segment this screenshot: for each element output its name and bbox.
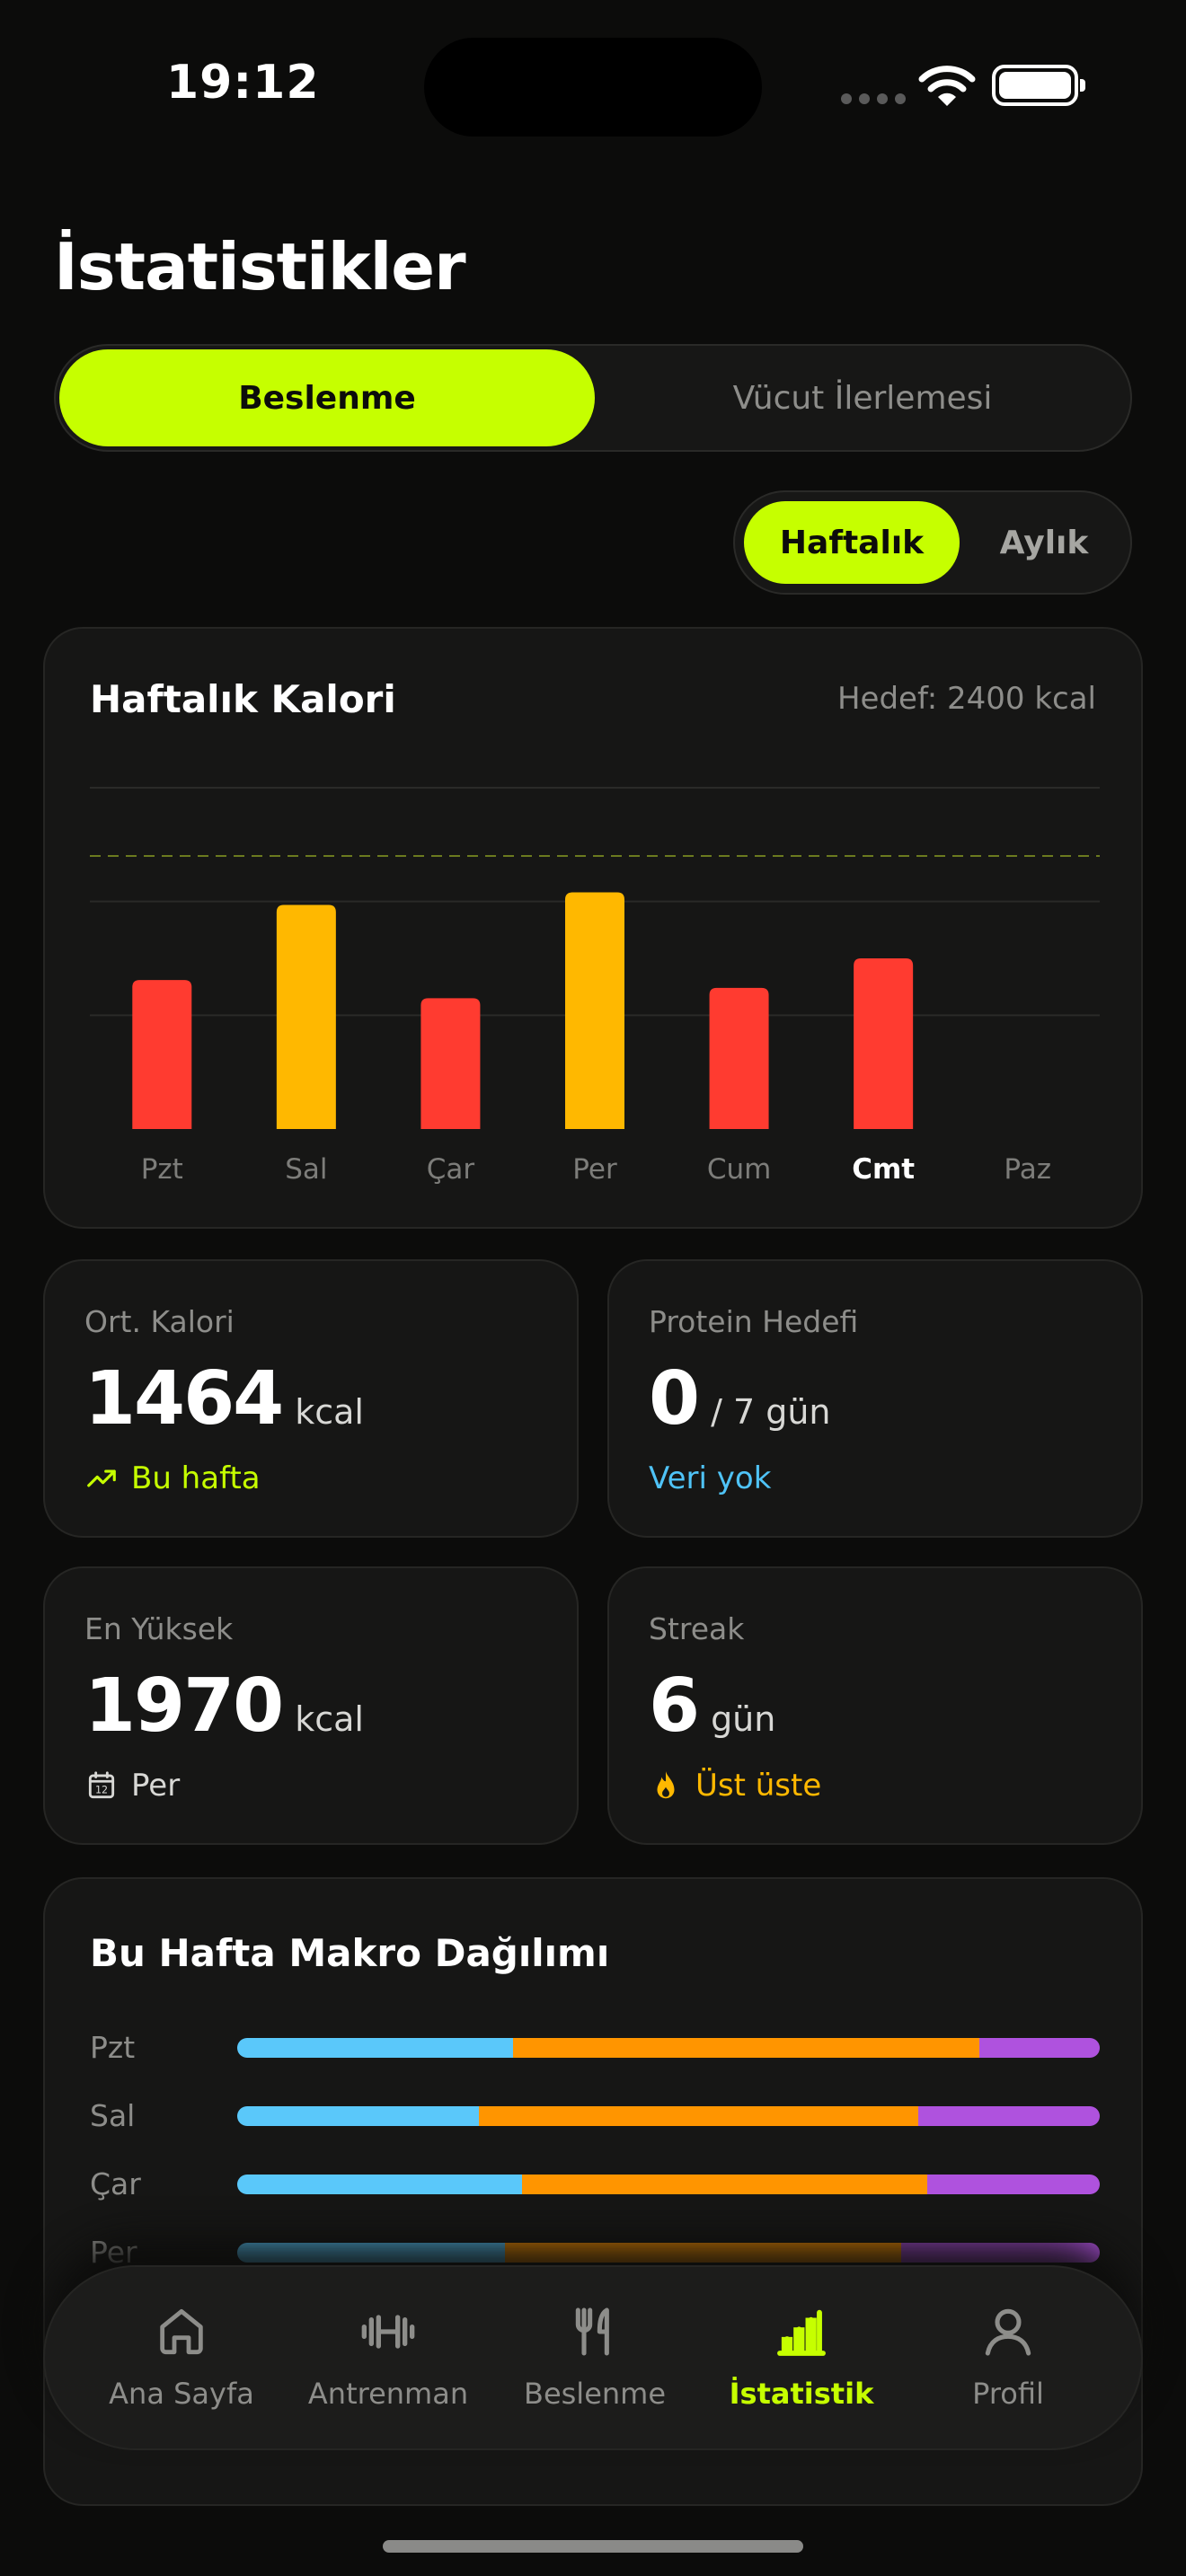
stat-footnote: Bu hafta bbox=[84, 1460, 261, 1496]
protein-segment bbox=[237, 2175, 522, 2194]
fat-segment bbox=[918, 2106, 1100, 2126]
tab-profile[interactable]: Profil bbox=[909, 2303, 1107, 2411]
tab-statistics[interactable]: İstatistik bbox=[703, 2303, 900, 2411]
battery-icon bbox=[992, 65, 1085, 106]
fat-segment bbox=[926, 2175, 1100, 2194]
macro-day-label: Sal bbox=[90, 2098, 136, 2133]
streak-card: Streak 6 gün Üst üste bbox=[607, 1566, 1143, 1845]
carb-segment bbox=[513, 2038, 979, 2058]
macro-title: Bu Hafta Makro Dağılımı bbox=[90, 1931, 610, 1975]
tab-label: Antrenman bbox=[307, 2377, 469, 2411]
stat-value: 0 / 7 gün bbox=[649, 1356, 831, 1442]
tab-label: Ana Sayfa bbox=[109, 2377, 254, 2411]
stat-footnote: Veri yok bbox=[649, 1460, 771, 1496]
flame-icon bbox=[657, 1771, 675, 1799]
period-segmented-control: Haftalık Aylık bbox=[733, 490, 1132, 595]
tab-workout[interactable]: Antrenman bbox=[289, 2303, 487, 2411]
view-segmented-control: Beslenme Vücut İlerlemesi bbox=[54, 344, 1132, 452]
protein-segment bbox=[237, 2243, 505, 2263]
stat-label: Streak bbox=[649, 1611, 745, 1646]
tab-label: İstatistik bbox=[729, 2377, 874, 2411]
bottom-tab-bar: Ana Sayfa Antrenman Beslenme İstatistik … bbox=[43, 2265, 1143, 2450]
avg-calorie-card: Ort. Kalori 1464 kcal Bu hafta bbox=[43, 1259, 579, 1538]
tab-home[interactable]: Ana Sayfa bbox=[83, 2303, 280, 2411]
user-icon bbox=[985, 2308, 1031, 2356]
protein-goal-card: Protein Hedefi 0 / 7 gün Veri yok bbox=[607, 1259, 1143, 1538]
trending-up-icon bbox=[87, 1469, 116, 1487]
macro-row: Sal bbox=[90, 2098, 1100, 2134]
period-monthly[interactable]: Aylık bbox=[963, 501, 1125, 584]
stat-number: 1464 bbox=[84, 1356, 284, 1442]
stat-label: Ort. Kalori bbox=[84, 1304, 235, 1339]
segment-nutrition[interactable]: Beslenme bbox=[59, 349, 595, 446]
calorie-bar-sal[interactable] bbox=[276, 904, 336, 1129]
dynamic-island bbox=[424, 38, 762, 137]
stat-value: 1464 kcal bbox=[84, 1356, 364, 1442]
max-calorie-card: En Yüksek 1970 kcal 12 Per bbox=[43, 1566, 579, 1845]
segment-body-progress[interactable]: Vücut İlerlemesi bbox=[595, 349, 1130, 446]
fat-segment bbox=[901, 2243, 1100, 2263]
tab-label: Beslenme bbox=[523, 2377, 667, 2411]
weekly-calorie-card: Haftalık Kalori Hedef: 2400 kcal Pzt Sal Ç… bbox=[43, 627, 1143, 1229]
x-tick-label: Cum bbox=[707, 1153, 772, 1186]
macro-row: Pzt bbox=[90, 2030, 1100, 2066]
carb-segment bbox=[504, 2243, 902, 2263]
protein-segment bbox=[237, 2106, 479, 2126]
macro-bar bbox=[237, 2243, 1100, 2263]
calendar-icon: 12 bbox=[88, 1771, 115, 1799]
stat-number: 1970 bbox=[84, 1663, 284, 1749]
status-time: 19:12 bbox=[166, 56, 320, 110]
stat-number: 6 bbox=[649, 1663, 700, 1749]
stat-value: 1970 kcal bbox=[84, 1663, 364, 1749]
macro-day-label: Pzt bbox=[90, 2030, 136, 2065]
macro-bar bbox=[237, 2106, 1100, 2126]
carb-segment bbox=[478, 2106, 919, 2126]
svg-text:12: 12 bbox=[95, 1785, 108, 1796]
protein-segment bbox=[237, 2038, 514, 2058]
stat-footnote-text: Per bbox=[131, 1768, 181, 1804]
stat-unit: / 7 gün bbox=[711, 1392, 831, 1432]
home-icon bbox=[160, 2308, 203, 2355]
tab-label: Profil bbox=[972, 2377, 1044, 2411]
fat-segment bbox=[978, 2038, 1100, 2058]
x-tick-label: Sal bbox=[285, 1153, 327, 1186]
x-tick-label: Pzt bbox=[141, 1153, 183, 1186]
calorie-bar-per[interactable] bbox=[565, 892, 624, 1129]
stat-unit: kcal bbox=[295, 1699, 364, 1739]
cellular-signal-icon bbox=[841, 93, 906, 104]
x-tick-label: Paz bbox=[1004, 1153, 1051, 1186]
x-tick-label: Çar bbox=[427, 1153, 475, 1186]
bar-chart-icon bbox=[777, 2309, 826, 2356]
tab-nutrition[interactable]: Beslenme bbox=[496, 2303, 694, 2411]
stat-unit: gün bbox=[711, 1699, 776, 1739]
stat-footnote: Üst üste bbox=[649, 1768, 821, 1804]
macro-bar bbox=[237, 2175, 1100, 2194]
calorie-bar-pzt[interactable] bbox=[132, 980, 192, 1129]
x-tick-label: Cmt bbox=[852, 1153, 915, 1186]
stat-footnote-text: Üst üste bbox=[695, 1768, 822, 1804]
calorie-bar-çar[interactable] bbox=[420, 998, 481, 1129]
x-tick-label: Per bbox=[572, 1153, 617, 1186]
stat-value: 6 gün bbox=[649, 1663, 775, 1749]
macro-day-label: Çar bbox=[90, 2166, 141, 2201]
stat-footnote-text: Veri yok bbox=[649, 1460, 772, 1496]
weekly-calorie-chart: Pzt Sal Çar Per Cum Cmt Paz bbox=[90, 787, 1100, 1186]
macro-row: Çar bbox=[90, 2166, 1100, 2202]
stat-footnote: 12 Per bbox=[84, 1768, 180, 1804]
stat-number: 0 bbox=[649, 1356, 700, 1442]
stat-unit: kcal bbox=[295, 1392, 364, 1432]
dumbbell-icon bbox=[361, 2315, 415, 2349]
home-indicator bbox=[383, 2540, 803, 2553]
carb-segment bbox=[521, 2175, 927, 2194]
macro-bar bbox=[237, 2038, 1100, 2058]
period-weekly[interactable]: Haftalık bbox=[744, 501, 960, 584]
calorie-bar-cum[interactable] bbox=[709, 987, 769, 1129]
stat-label: Protein Hedefi bbox=[649, 1304, 859, 1339]
stat-footnote-text: Bu hafta bbox=[131, 1460, 261, 1496]
page-title: İstatistikler bbox=[54, 229, 466, 304]
stat-label: En Yüksek bbox=[84, 1611, 234, 1646]
calorie-bar-cmt[interactable] bbox=[854, 958, 914, 1129]
wifi-icon bbox=[918, 66, 976, 106]
fork-knife-icon bbox=[575, 2307, 609, 2356]
